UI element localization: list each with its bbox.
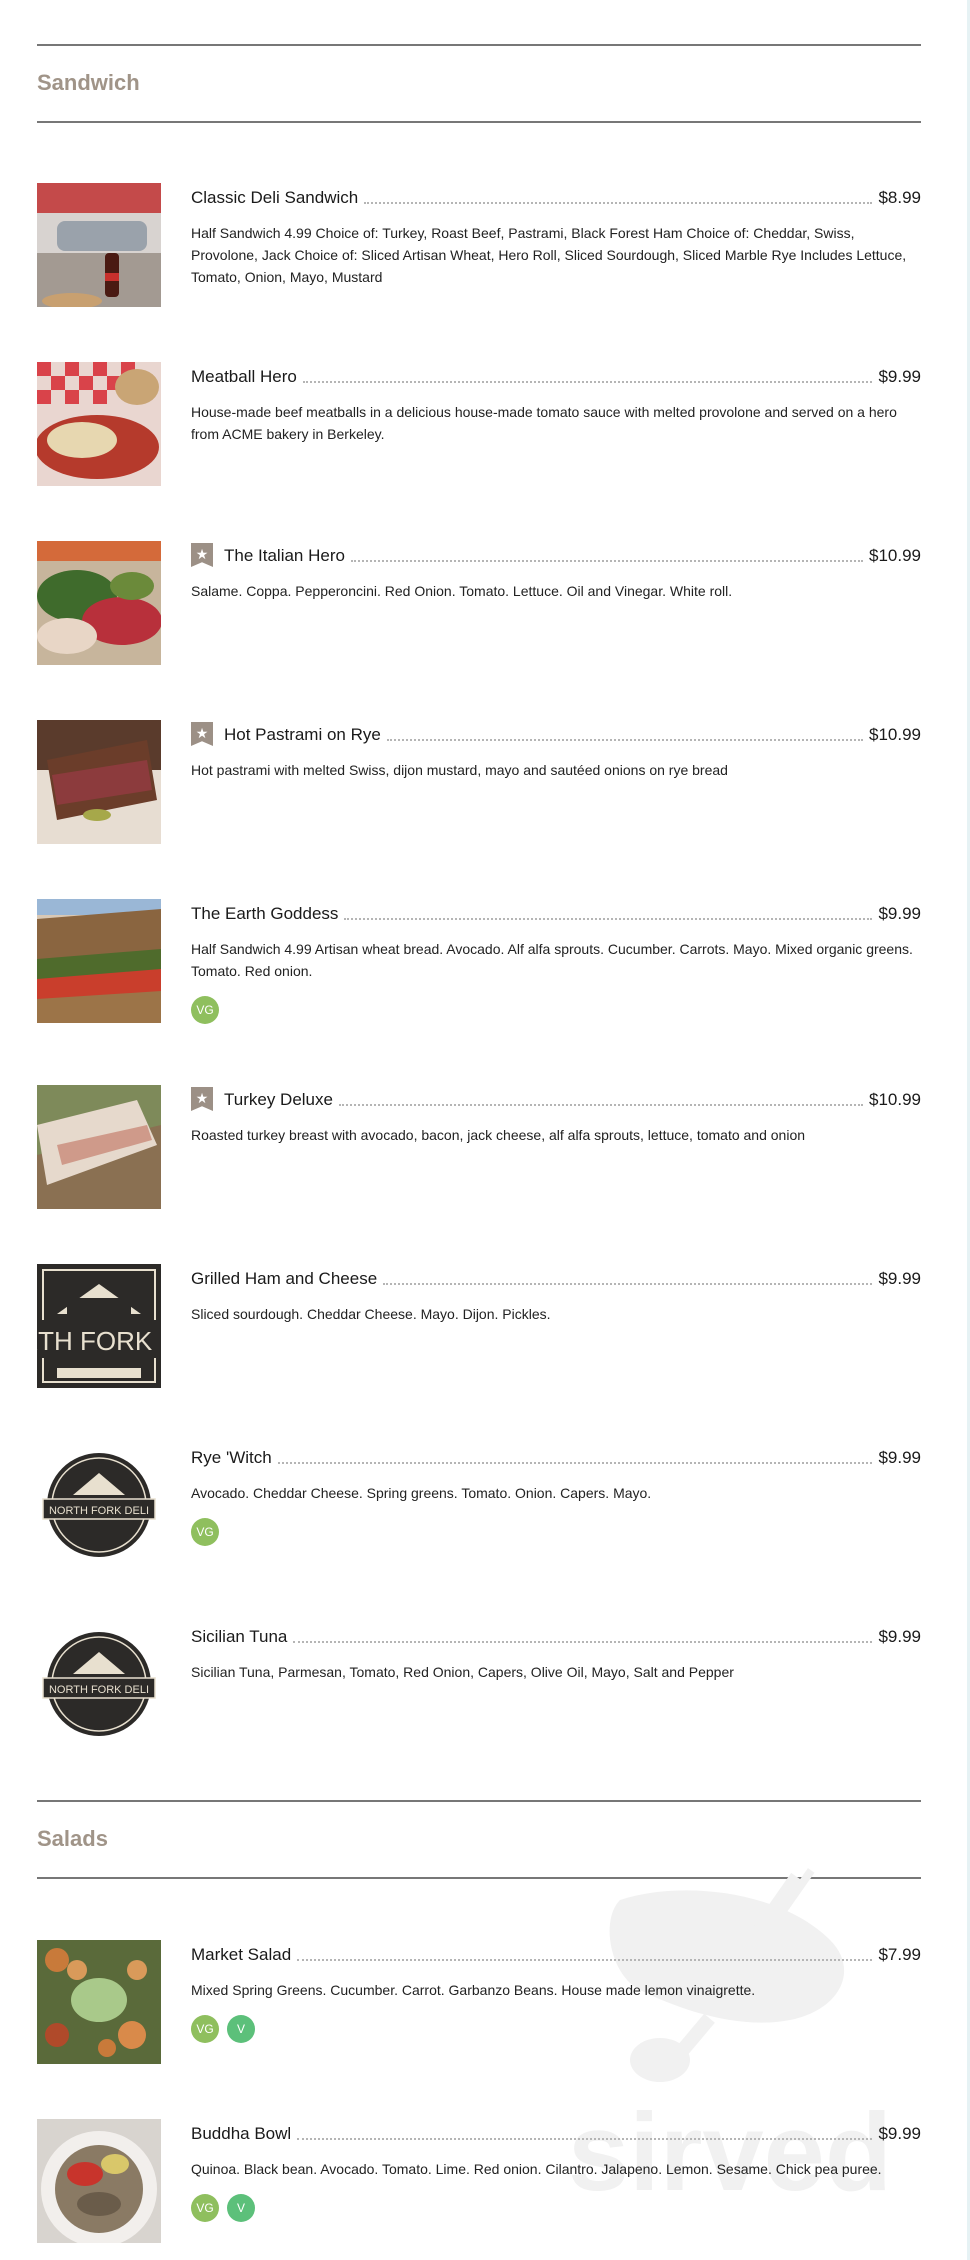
item-description: Quinoa. Black bean. Avocado. Tomato. Lim… [191, 2161, 882, 2177]
logo-image: NORTH FORK DELI [37, 1443, 161, 1567]
item-description: Sliced sourdough. Cheddar Cheese. Mayo. … [191, 1306, 551, 1322]
star-icon: ★ [191, 722, 213, 746]
item-price: $10.99 [869, 1090, 921, 1109]
v-badge: V [227, 2194, 255, 2222]
item-name: Classic Deli Sandwich [191, 188, 359, 207]
divider [37, 1877, 921, 1879]
item-price: $9.99 [878, 1269, 921, 1288]
item-name: Turkey Deluxe [224, 1090, 333, 1109]
section-salads: Salads [37, 1800, 921, 1879]
section-sandwich: Sandwich [37, 44, 921, 123]
menu-page: Sandwich Classic Deli Sandwich $8.99 Hal… [0, 0, 970, 2260]
section-title: Sandwich [37, 70, 140, 95]
item-photo [37, 899, 161, 1023]
item-price: $7.99 [878, 1945, 921, 1964]
item-name: Meatball Hero [191, 367, 297, 386]
item-description: Sicilian Tuna, Parmesan, Tomato, Red Oni… [191, 1664, 734, 1680]
item-photo [37, 183, 161, 307]
item-description: Avocado. Cheddar Cheese. Spring greens. … [191, 1485, 652, 1501]
item-description: Half Sandwich 4.99 Artisan wheat bread. … [191, 941, 913, 979]
diet-tags: VG V [191, 2194, 921, 2222]
item-description: House-made beef meatballs in a delicious… [191, 404, 897, 442]
item-name: The Earth Goddess [191, 904, 339, 923]
item-photo [37, 2119, 161, 2243]
item-price: $9.99 [878, 904, 921, 923]
item-name: Market Salad [191, 1945, 292, 1964]
item-price: $8.99 [878, 188, 921, 207]
vg-badge: VG [191, 2194, 219, 2222]
item-price: $9.99 [878, 2124, 921, 2143]
dot-leader [297, 1959, 873, 1961]
section-title: Salads [37, 1826, 108, 1851]
dot-leader [383, 1283, 873, 1285]
item-description: Roasted turkey breast with avocado, baco… [191, 1127, 806, 1143]
diet-tags: VG [191, 1518, 921, 1546]
item-photo [37, 1940, 161, 2064]
item-price: $9.99 [878, 1627, 921, 1646]
item-price: $9.99 [878, 1448, 921, 1467]
item-name: Sicilian Tuna [191, 1627, 288, 1646]
item-name: Rye 'Witch [191, 1448, 272, 1467]
logo-image: NORTH FORK DELI [37, 1264, 161, 1388]
dot-leader [338, 1104, 863, 1106]
item-name: Grilled Ham and Cheese [191, 1269, 378, 1288]
logo-image: NORTH FORK DELI [37, 1622, 161, 1746]
diet-tags: VG V [191, 2015, 921, 2043]
dot-leader [302, 381, 873, 383]
item-photo [37, 720, 161, 844]
dot-leader [277, 1462, 873, 1464]
dot-leader [386, 739, 863, 741]
vg-badge: VG [191, 2015, 219, 2043]
item-name: Hot Pastrami on Rye [224, 725, 381, 744]
item-price: $9.99 [878, 367, 921, 386]
item-name: Buddha Bowl [191, 2124, 292, 2143]
vg-badge: VG [191, 996, 219, 1024]
star-icon: ★ [191, 1087, 213, 1111]
item-price: $10.99 [869, 546, 921, 565]
dot-leader [350, 560, 863, 562]
star-icon: ★ [191, 543, 213, 567]
item-description: Hot pastrami with melted Swiss, dijon mu… [191, 762, 728, 778]
item-description: Mixed Spring Greens. Cucumber. Carrot. G… [191, 1982, 756, 1998]
logo-text: NORTH FORK DELI [37, 1326, 161, 1356]
item-photo [37, 362, 161, 486]
item-name: The Italian Hero [224, 546, 345, 565]
logo-text: NORTH FORK DELI [49, 1684, 149, 1696]
item-photo [37, 541, 161, 665]
logo-text: NORTH FORK DELI [49, 1505, 149, 1517]
item-description: Half Sandwich 4.99 Choice of: Turkey, Ro… [191, 225, 907, 285]
v-badge: V [227, 2015, 255, 2043]
item-photo [37, 1085, 161, 1209]
item-price: $10.99 [869, 725, 921, 744]
divider [37, 121, 921, 123]
vg-badge: VG [191, 1518, 219, 1546]
dot-leader [344, 918, 873, 920]
dot-leader [364, 202, 873, 204]
item-description: Salame. Coppa. Pepperoncini. Red Onion. … [191, 583, 733, 599]
dot-leader [293, 1641, 873, 1643]
dot-leader [297, 2138, 873, 2140]
diet-tags: VG [191, 996, 921, 1024]
